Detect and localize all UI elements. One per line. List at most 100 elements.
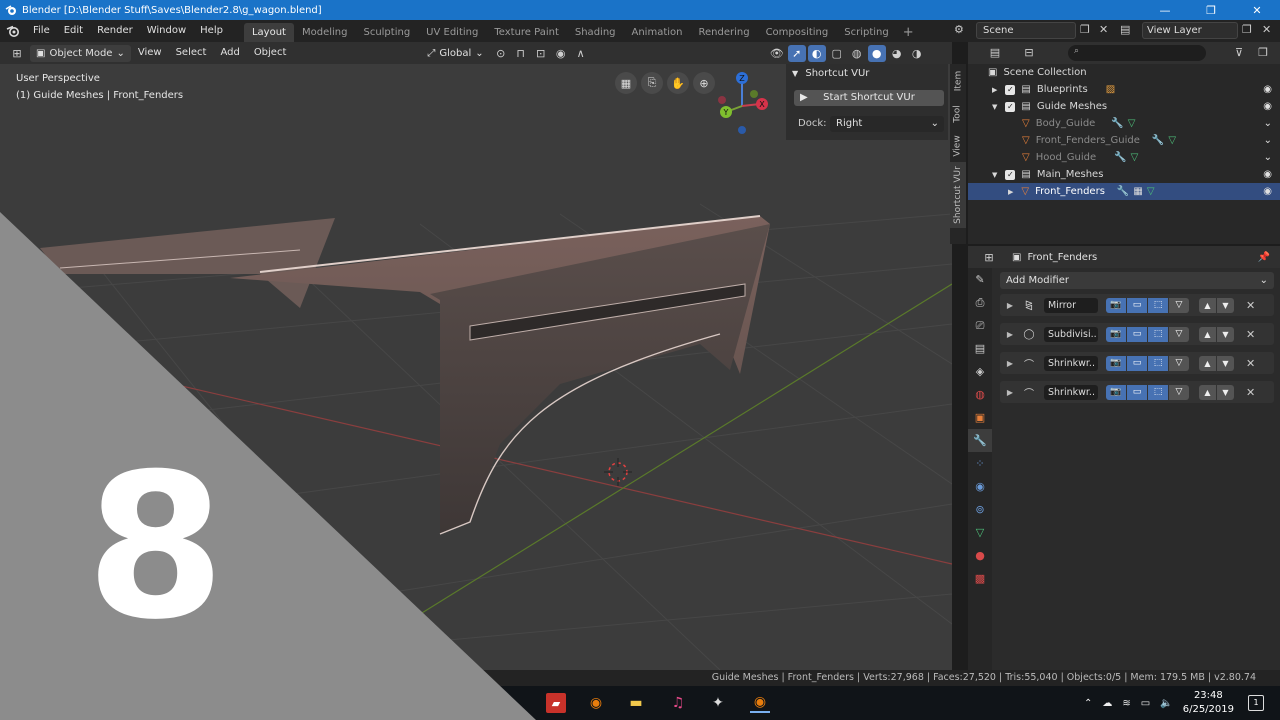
sidebar-tab-view[interactable]: View xyxy=(950,130,966,162)
overlays-toggle-icon[interactable]: ◐ xyxy=(807,44,826,62)
menu-window[interactable]: Window xyxy=(140,20,193,42)
chevron-up-icon[interactable]: ⌃ xyxy=(1084,698,1092,709)
viewport-toggle-icon[interactable]: ▭ xyxy=(1127,384,1147,400)
particles-tab-icon[interactable]: ⁘ xyxy=(968,452,992,475)
tab-modeling[interactable]: Modeling xyxy=(294,23,356,42)
view-layer-selector[interactable]: View Layer xyxy=(1142,22,1238,39)
outliner-row-guide-meshes[interactable]: ▼ ✓ ▤ Guide Meshes ◉ xyxy=(968,98,1280,115)
shading-solid-icon[interactable]: ● xyxy=(867,44,886,62)
outliner-row-front-fenders[interactable]: ▶ ▽ Front_Fenders 🔧 ▦ ▽ ◉ xyxy=(968,183,1280,200)
eye-icon[interactable]: ◉ xyxy=(1263,169,1272,180)
file-explorer-icon[interactable]: ▬ xyxy=(626,693,646,713)
output-tab-icon[interactable]: ⎚ xyxy=(968,314,992,337)
move-up-icon[interactable]: ▲ xyxy=(1199,297,1216,313)
editmode-toggle-icon[interactable]: ⬚ xyxy=(1148,326,1168,342)
transform-orientation-dropdown[interactable]: ⤢ Global ⌄ xyxy=(421,45,489,62)
viewport-toggle-icon[interactable]: ▭ xyxy=(1127,297,1147,313)
move-down-icon[interactable]: ▼ xyxy=(1217,297,1234,313)
outliner-row-front-fenders-guide[interactable]: ▽ Front_Fenders_Guide 🔧 ▽ ⌄ xyxy=(968,132,1280,149)
minimize-button[interactable]: — xyxy=(1142,0,1188,20)
tab-compositing[interactable]: Compositing xyxy=(758,23,837,42)
editor-type-icon[interactable]: ⊞ xyxy=(980,249,998,266)
toggle-perspective-icon[interactable]: ▦ xyxy=(615,72,637,94)
modifier-subdivision[interactable]: ▶ ◯ Subdivisi.. 📷 ▭ ⬚ ▽ ▲ ▼ ✕ xyxy=(1000,323,1274,345)
expand-arrow-icon[interactable]: ▶ xyxy=(992,86,997,94)
remove-modifier-icon[interactable]: ✕ xyxy=(1246,299,1255,312)
expand-arrow-icon[interactable]: ▶ xyxy=(1000,330,1020,339)
snap-icon[interactable]: ⊓ xyxy=(512,45,530,62)
close-window-button[interactable]: ✕ xyxy=(1234,0,1280,20)
snap-target-icon[interactable]: ⊡ xyxy=(532,45,550,62)
editor-type-icon[interactable]: ▤ xyxy=(986,44,1004,61)
move-up-icon[interactable]: ▲ xyxy=(1199,384,1216,400)
menu-object[interactable]: Object xyxy=(247,42,294,64)
gimp-app-icon[interactable]: ✦ xyxy=(708,693,728,713)
dock-dropdown[interactable]: Right ⌄ xyxy=(830,116,944,132)
expand-arrow-icon[interactable]: ▶ xyxy=(1000,359,1020,368)
material-tab-icon[interactable]: ● xyxy=(968,544,992,567)
modifier-shrinkwrap-1[interactable]: ▶ ⌒ Shrinkwr.. 📷 ▭ ⬚ ▽ ▲ ▼ ✕ xyxy=(1000,352,1274,374)
chevron-down-icon[interactable]: ⌄ xyxy=(1264,118,1272,129)
cage-toggle-icon[interactable]: ▽ xyxy=(1169,355,1189,371)
xray-icon[interactable]: ▢ xyxy=(828,45,846,62)
expand-arrow-icon[interactable]: ▶ xyxy=(1008,188,1013,196)
maximize-button[interactable]: ❐ xyxy=(1188,0,1234,20)
texture-tab-icon[interactable]: ▩ xyxy=(968,567,992,590)
filter-icon[interactable]: ⊽ xyxy=(1230,44,1248,61)
tool-tab-icon[interactable]: ✎ xyxy=(968,268,992,291)
cage-toggle-icon[interactable]: ▽ xyxy=(1169,297,1189,313)
scene-selector[interactable]: Scene xyxy=(976,22,1076,39)
editor-type-icon[interactable]: ⊞ xyxy=(8,45,26,62)
menu-help[interactable]: Help xyxy=(193,20,230,42)
render-toggle-icon[interactable]: 📷 xyxy=(1106,326,1126,342)
add-workspace-button[interactable]: + xyxy=(897,23,920,42)
object-tab-icon[interactable]: ▣ xyxy=(968,406,992,429)
viewport-toggle-icon[interactable]: ▭ xyxy=(1127,326,1147,342)
visibility-icon[interactable]: 👁 xyxy=(768,45,786,62)
mesh-data-tab-icon[interactable]: ▽ xyxy=(968,521,992,544)
move-up-icon[interactable]: ▲ xyxy=(1199,326,1216,342)
volume-icon[interactable]: 🔈 xyxy=(1160,698,1172,709)
shading-rendered-icon[interactable]: ◑ xyxy=(908,45,926,62)
render-toggle-icon[interactable]: 📷 xyxy=(1106,297,1126,313)
tab-rendering[interactable]: Rendering xyxy=(690,23,757,42)
chevron-down-icon[interactable]: ⌄ xyxy=(1264,152,1272,163)
proportional-edit-icon[interactable]: ◉ xyxy=(552,45,570,62)
view-layer-tab-icon[interactable]: ▤ xyxy=(968,337,992,360)
move-down-icon[interactable]: ▼ xyxy=(1217,384,1234,400)
sidebar-tab-tool[interactable]: Tool xyxy=(950,98,966,130)
zoom-view-icon[interactable]: ⊕ xyxy=(693,72,715,94)
tab-sculpting[interactable]: Sculpting xyxy=(355,23,418,42)
notification-icon[interactable]: 1 xyxy=(1248,695,1264,711)
eye-icon[interactable]: ◉ xyxy=(1263,186,1272,197)
sidebar-tab-item[interactable]: Item xyxy=(950,64,966,98)
remove-modifier-icon[interactable]: ✕ xyxy=(1246,328,1255,341)
scene-tab-icon[interactable]: ◈ xyxy=(968,360,992,383)
outliner-row-hood-guide[interactable]: ▽ Hood_Guide 🔧 ▽ ⌄ xyxy=(968,149,1280,166)
collection-checkbox[interactable]: ✓ xyxy=(1005,84,1016,95)
menu-render[interactable]: Render xyxy=(90,20,140,42)
physics-tab-icon[interactable]: ◉ xyxy=(968,475,992,498)
modifier-shrinkwrap-2[interactable]: ▶ ⌒ Shrinkwr.. 📷 ▭ ⬚ ▽ ▲ ▼ ✕ xyxy=(1000,381,1274,403)
shading-material-icon[interactable]: ◕ xyxy=(888,45,906,62)
cage-toggle-icon[interactable]: ▽ xyxy=(1169,326,1189,342)
cage-toggle-icon[interactable]: ▽ xyxy=(1169,384,1189,400)
menu-file[interactable]: File xyxy=(26,20,57,42)
modifier-name-field[interactable]: Subdivisi.. xyxy=(1044,326,1098,342)
shading-wireframe-icon[interactable]: ◍ xyxy=(848,45,866,62)
menu-select[interactable]: Select xyxy=(169,42,214,64)
modifier-tab-icon[interactable]: 🔧 xyxy=(968,429,992,452)
expand-arrow-icon[interactable]: ▼ xyxy=(992,103,997,111)
move-up-icon[interactable]: ▲ xyxy=(1199,355,1216,371)
onedrive-icon[interactable]: ☁ xyxy=(1102,698,1112,709)
expand-arrow-icon[interactable]: ▶ xyxy=(1000,388,1020,397)
render-tab-icon[interactable]: ⎙ xyxy=(968,291,992,314)
sidebar-tab-shortcut-vur[interactable]: Shortcut VUr xyxy=(950,162,966,228)
modifier-name-field[interactable]: Shrinkwr.. xyxy=(1044,384,1098,400)
network-icon[interactable]: ≋ xyxy=(1122,698,1130,709)
viewport-toggle-icon[interactable]: ▭ xyxy=(1127,355,1147,371)
delete-view-layer-icon[interactable]: ✕ xyxy=(1262,23,1271,36)
modifier-name-field[interactable]: Mirror xyxy=(1044,297,1098,313)
pivot-point-icon[interactable]: ⊙ xyxy=(492,45,510,62)
remove-modifier-icon[interactable]: ✕ xyxy=(1246,357,1255,370)
